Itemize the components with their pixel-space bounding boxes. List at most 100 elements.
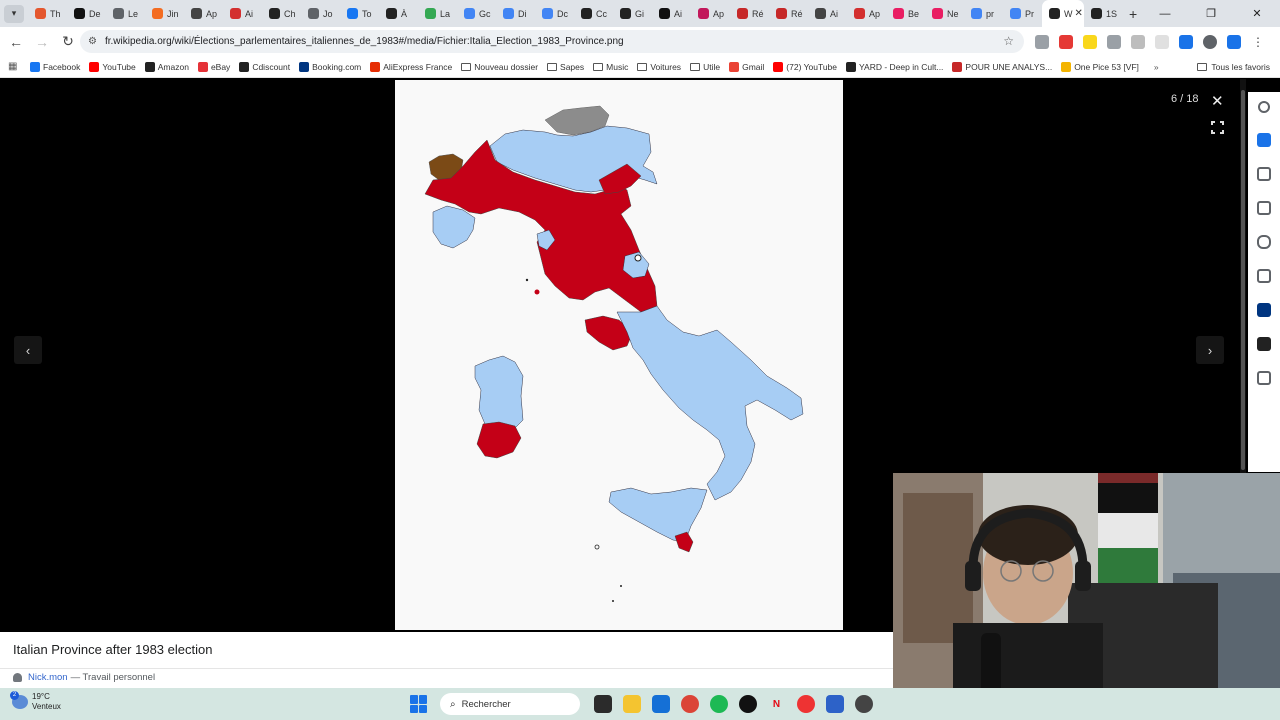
- browser-tab[interactable]: Le: [106, 0, 145, 27]
- browser-tab[interactable]: Ap: [184, 0, 223, 27]
- browser-tab[interactable]: Ne: [925, 0, 964, 27]
- browser-tab[interactable]: Ap: [847, 0, 886, 27]
- browser-tab[interactable]: Ch: [262, 0, 301, 27]
- bookmark-item[interactable]: One Pice 53 [VF]: [1061, 61, 1139, 72]
- scrollbar-thumb[interactable]: [1241, 90, 1245, 470]
- browser-tab[interactable]: Di: [496, 0, 535, 27]
- bookmark-star-icon[interactable]: ☆: [1003, 34, 1014, 48]
- browser-tab[interactable]: Gi: [613, 0, 652, 27]
- address-bar[interactable]: ⚙ fr.wikipedia.org/wiki/Élections_parlem…: [80, 30, 1024, 53]
- bookmark-item[interactable]: (72) YouTube: [773, 61, 837, 72]
- browser-tab[interactable]: Jin: [145, 0, 184, 27]
- extension-icon[interactable]: [1035, 35, 1049, 49]
- bookmark-item[interactable]: AliExpress France: [370, 61, 452, 72]
- site-info-icon[interactable]: ⚙: [88, 36, 97, 47]
- store-icon[interactable]: [651, 695, 670, 713]
- taskbar-search[interactable]: ⌕ Rechercher: [440, 693, 580, 715]
- browser-tab[interactable]: À: [379, 0, 418, 27]
- openai-icon[interactable]: [738, 695, 757, 713]
- file-explorer-icon[interactable]: [622, 695, 641, 713]
- bookmark-item[interactable]: YouTube: [89, 61, 136, 72]
- restore-button[interactable]: ❐: [1188, 7, 1234, 20]
- browser-tab[interactable]: Gc: [457, 0, 496, 27]
- browser-tab[interactable]: Ré: [769, 0, 808, 27]
- puzzle-icon[interactable]: [1131, 35, 1145, 49]
- bookmark-item[interactable]: Utile: [690, 62, 720, 72]
- browser-tab[interactable]: La: [418, 0, 457, 27]
- start-button[interactable]: [410, 695, 428, 713]
- browser-tab[interactable]: Ai: [652, 0, 691, 27]
- extension-icon[interactable]: [1227, 35, 1241, 49]
- browser-tab[interactable]: Ai: [808, 0, 847, 27]
- more-bookmarks-icon[interactable]: »: [1154, 62, 1159, 72]
- minimize-button[interactable]: —: [1142, 8, 1188, 20]
- browser-tab[interactable]: pr: [964, 0, 1003, 27]
- browser-tab[interactable]: Th: [28, 0, 67, 27]
- bookmark-item[interactable]: POUR UNE ANALYS...: [952, 61, 1052, 72]
- map-image[interactable]: [395, 80, 843, 630]
- browser-tab[interactable]: Pr: [1003, 0, 1042, 27]
- settings-icon[interactable]: [1257, 371, 1271, 385]
- new-tab-button[interactable]: +: [1129, 6, 1137, 22]
- spotify-icon[interactable]: [709, 695, 728, 713]
- bookmark-item[interactable]: Facebook: [30, 61, 80, 72]
- bookmark-item[interactable]: Nouveau dossier: [461, 62, 538, 72]
- chrome-icon[interactable]: [680, 695, 699, 713]
- bookmark-item[interactable]: Cdiscount: [239, 61, 290, 72]
- browser-tab[interactable]: Ap: [691, 0, 730, 27]
- extension-icon[interactable]: [1107, 35, 1121, 49]
- browser-tab[interactable]: Ré: [730, 0, 769, 27]
- bookmark-item[interactable]: Gmail: [729, 61, 764, 72]
- media-icon[interactable]: [1155, 35, 1169, 49]
- amazon-icon[interactable]: [1257, 337, 1271, 351]
- all-bookmarks-button[interactable]: Tous les favoris: [1197, 62, 1270, 72]
- notes-icon[interactable]: [1257, 201, 1271, 215]
- booking-icon[interactable]: [1257, 303, 1271, 317]
- forward-button[interactable]: →: [30, 30, 54, 54]
- browser-tab[interactable]: Cc: [574, 0, 613, 27]
- apps-grid-icon[interactable]: ▦: [8, 61, 18, 72]
- bookmark-item[interactable]: YARD - Deep in Cult...: [846, 61, 943, 72]
- bookmark-item[interactable]: Booking.com: [299, 61, 361, 72]
- tab-search-menu-button[interactable]: ▾: [4, 4, 24, 23]
- games-icon[interactable]: [1257, 235, 1271, 249]
- back-button[interactable]: ←: [4, 30, 28, 54]
- browser-tab[interactable]: Jo: [301, 0, 340, 27]
- capcut-icon[interactable]: [825, 695, 844, 713]
- bookmark-item[interactable]: Amazon: [144, 61, 189, 72]
- bookmark-item[interactable]: Music: [593, 62, 628, 72]
- tools-icon[interactable]: [1257, 269, 1271, 283]
- next-image-button[interactable]: ›: [1196, 336, 1224, 364]
- close-tab-icon[interactable]: ✕: [1075, 8, 1083, 19]
- bookmark-item[interactable]: Sapes: [547, 62, 584, 72]
- extension-icon[interactable]: [1083, 35, 1097, 49]
- side-panel-icon[interactable]: [1179, 35, 1193, 49]
- reading-list-icon[interactable]: [1257, 167, 1271, 181]
- author-link[interactable]: Nick.mon: [28, 672, 68, 683]
- chat-icon[interactable]: [1257, 133, 1271, 147]
- app-icon[interactable]: [854, 695, 873, 713]
- fullscreen-icon[interactable]: [1211, 121, 1224, 134]
- opera-icon[interactable]: [796, 695, 815, 713]
- menu-dots-icon[interactable]: ⋮: [1251, 35, 1265, 49]
- profile-avatar[interactable]: [1203, 35, 1217, 49]
- task-view-icon[interactable]: [593, 695, 612, 713]
- extension-icon[interactable]: [1059, 35, 1073, 49]
- browser-tab[interactable]: Ai: [223, 0, 262, 27]
- browser-tab[interactable]: Be: [886, 0, 925, 27]
- close-viewer-button[interactable]: ✕: [1211, 92, 1224, 110]
- browser-tab[interactable]: 1S: [1084, 0, 1123, 27]
- browser-tab[interactable]: W ✕: [1042, 0, 1084, 27]
- reload-button[interactable]: ↻: [56, 30, 80, 54]
- bookmark-item[interactable]: eBay: [197, 61, 230, 72]
- weather-widget[interactable]: 2 19°C Venteux: [10, 691, 61, 712]
- browser-tab[interactable]: De: [67, 0, 106, 27]
- bookmark-item[interactable]: Voitures: [637, 62, 681, 72]
- browser-tab[interactable]: Dc: [535, 0, 574, 27]
- url-text[interactable]: fr.wikipedia.org/wiki/Élections_parlemen…: [105, 36, 624, 47]
- netflix-icon[interactable]: N: [768, 695, 786, 713]
- close-window-button[interactable]: ✕: [1234, 7, 1280, 20]
- browser-tab[interactable]: To: [340, 0, 379, 27]
- previous-image-button[interactable]: ‹: [14, 336, 42, 364]
- lens-search-icon[interactable]: [1258, 101, 1270, 113]
